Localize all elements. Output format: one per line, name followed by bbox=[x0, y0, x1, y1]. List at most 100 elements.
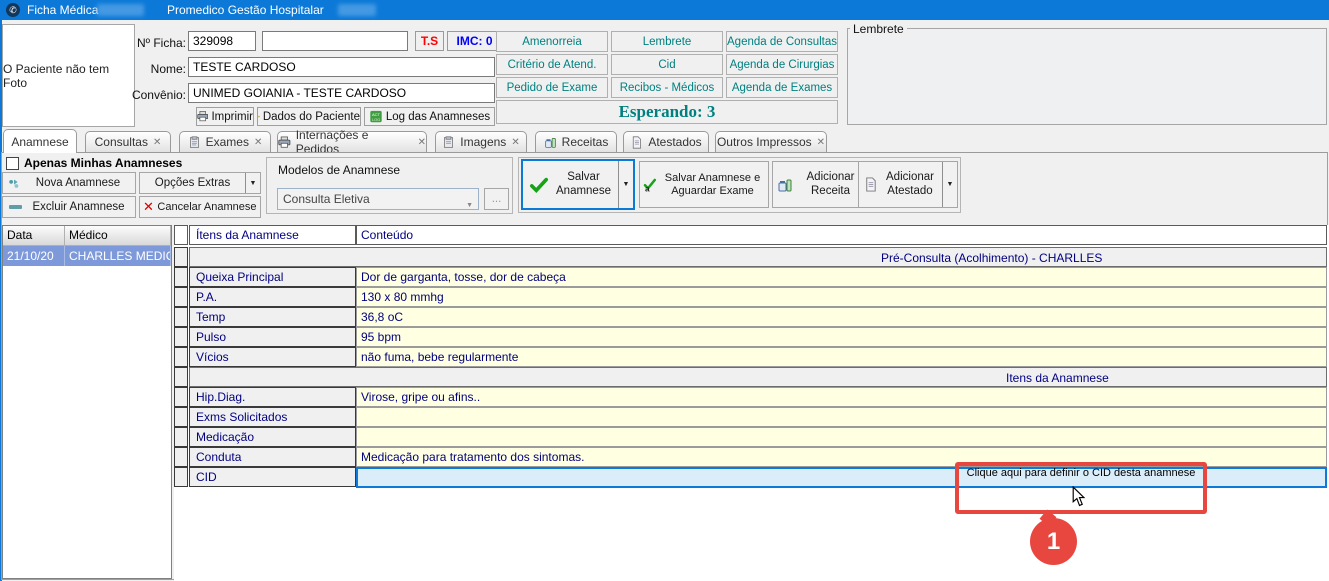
history-row-selected[interactable]: 21/10/20 CHARLLES MEDICO bbox=[3, 246, 171, 266]
nova-anamnese-label: Nova Anamnese bbox=[21, 177, 135, 189]
nome-input[interactable]: TESTE CARDOSO bbox=[188, 57, 495, 77]
tab-atestados[interactable]: Atestados bbox=[623, 131, 709, 152]
item-label[interactable]: Medicação bbox=[189, 427, 356, 447]
salvar-anamnese-label: Salvar Anamnese bbox=[549, 171, 618, 197]
cancelar-anamnese-button[interactable]: ✕ Cancelar Anamnese bbox=[139, 196, 261, 218]
item-value[interactable] bbox=[356, 407, 1327, 427]
table-row: Hip.Diag. Virose, gripe ou afins.. bbox=[174, 387, 1329, 407]
item-label[interactable]: Vícios bbox=[189, 347, 356, 367]
group-label: Pré-Consulta (Acolhimento) - CHARLLES bbox=[881, 249, 1102, 267]
quick-buttons-grid: Amenorreia Lembrete Agenda de Consultas … bbox=[496, 31, 838, 98]
apenas-minhas-label: Apenas Minhas Anamneses bbox=[24, 156, 182, 170]
item-label[interactable]: Pulso bbox=[189, 327, 356, 347]
item-value[interactable] bbox=[356, 427, 1327, 447]
tab-internacoes-pedidos[interactable]: Internações e Pedidos✕ bbox=[277, 131, 427, 152]
quick-button-recibos-medicos[interactable]: Recibos - Médicos bbox=[611, 77, 723, 98]
dropdown-icon[interactable]: ▼ bbox=[245, 173, 260, 193]
quick-button-cid[interactable]: Cid bbox=[611, 54, 723, 75]
close-tab-icon[interactable]: ✕ bbox=[418, 137, 426, 148]
excluir-anamnese-button[interactable]: Excluir Anamnese bbox=[2, 196, 136, 218]
ficha-input[interactable]: 329098 bbox=[188, 31, 256, 51]
header-conteudo: Conteúdo bbox=[356, 225, 1327, 245]
history-header-data[interactable]: Data bbox=[3, 226, 65, 246]
quick-button-lembrete[interactable]: Lembrete bbox=[611, 31, 723, 52]
history-header-medico[interactable]: Médico bbox=[65, 226, 171, 246]
item-label[interactable]: Temp bbox=[189, 307, 356, 327]
header-indicator-cell bbox=[174, 225, 188, 245]
cid-tooltip-text: Clique aqui para definir o CID desta ana… bbox=[958, 467, 1204, 479]
quick-button-agenda-consultas[interactable]: Agenda de Consultas bbox=[726, 31, 838, 52]
dropdown-icon[interactable]: ▼ bbox=[618, 161, 633, 208]
table-row: Temp 36,8 oC bbox=[174, 307, 1329, 327]
salvar-anamnese-button[interactable]: Salvar Anamnese ▼ bbox=[521, 159, 635, 210]
dropdown-icon[interactable]: ▼ bbox=[942, 162, 957, 207]
group-label: Itens da Anamnese bbox=[1006, 369, 1109, 387]
tab-label: Exames bbox=[206, 135, 249, 149]
printer-icon bbox=[278, 136, 291, 149]
tab-outros-impressos[interactable]: Outros Impressos✕ bbox=[715, 131, 827, 152]
adicionar-atestado-button[interactable]: Adicionar Atestado ▼ bbox=[858, 161, 958, 208]
recipe-icon bbox=[544, 136, 557, 149]
ts-button[interactable]: T.S bbox=[415, 31, 444, 51]
patient-card-icon bbox=[258, 110, 260, 123]
table-group-row: Pré-Consulta (Acolhimento) - CHARLLES bbox=[174, 247, 1329, 267]
item-value[interactable]: 95 bpm bbox=[356, 327, 1327, 347]
log-anamneses-label: Log das Anamneses bbox=[386, 111, 490, 123]
modelos-label: Modelos de Anamnese bbox=[278, 163, 400, 177]
modelos-more-button[interactable]: ... bbox=[484, 188, 509, 210]
table-row: Vícios não fuma, bebe regularmente bbox=[174, 347, 1329, 367]
tab-consultas[interactable]: Consultas✕ bbox=[85, 131, 171, 152]
dados-paciente-button[interactable]: Dados do Paciente bbox=[257, 107, 361, 126]
salvar-aguardar-label: Salvar Anamnese e Aguardar Exame bbox=[657, 172, 768, 197]
item-label[interactable]: Hip.Diag. bbox=[189, 387, 356, 407]
quick-button-amenorreia[interactable]: Amenorreia bbox=[496, 31, 608, 52]
nome-label: Nome: bbox=[110, 62, 186, 76]
modelos-value: Consulta Eletiva bbox=[283, 192, 370, 206]
apenas-minhas-checkbox[interactable] bbox=[6, 157, 19, 170]
convenio-input[interactable]: UNIMED GOIANIA - TESTE CARDOSO bbox=[188, 83, 495, 103]
imprimir-button[interactable]: Imprimir bbox=[196, 107, 254, 126]
opcoes-extras-button[interactable]: Opções Extras ▼ bbox=[139, 172, 261, 194]
item-label[interactable]: CID bbox=[189, 467, 356, 487]
salvar-aguardar-button[interactable]: a Salvar Anamnese e Aguardar Exame bbox=[639, 161, 769, 208]
quick-button-agenda-cirurgias[interactable]: Agenda de Cirurgias bbox=[726, 54, 838, 75]
lembrete-memo[interactable] bbox=[847, 28, 1327, 125]
close-tab-icon[interactable]: ✕ bbox=[153, 137, 161, 148]
nova-anamnese-button[interactable]: Nova Anamnese bbox=[2, 172, 136, 194]
close-tab-icon[interactable]: ✕ bbox=[817, 137, 825, 148]
quick-button-agenda-exames[interactable]: Agenda de Exames bbox=[726, 77, 838, 98]
item-label[interactable]: Queixa Principal bbox=[189, 267, 356, 287]
item-label[interactable]: Exms Solicitados bbox=[189, 407, 356, 427]
doc-icon bbox=[863, 177, 878, 192]
check-icon bbox=[529, 176, 549, 194]
table-row: Queixa Principal Dor de garganta, tosse,… bbox=[174, 267, 1329, 287]
item-value[interactable]: Virose, gripe ou afins.. bbox=[356, 387, 1327, 407]
close-tab-icon[interactable]: ✕ bbox=[254, 137, 262, 148]
modelos-combo[interactable]: Consulta Eletiva ▼ bbox=[277, 188, 479, 210]
quick-button-pedido-exame[interactable]: Pedido de Exame bbox=[496, 77, 608, 98]
cancel-x-icon: ✕ bbox=[143, 199, 154, 215]
tab-exames[interactable]: Exames ✕ bbox=[179, 131, 271, 152]
item-value[interactable]: não fuma, bebe regularmente bbox=[356, 347, 1327, 367]
cursor-icon bbox=[1072, 486, 1087, 507]
doc-icon bbox=[630, 136, 643, 149]
item-value[interactable]: 130 x 80 mmhg bbox=[356, 287, 1327, 307]
quick-button-criterio-atend[interactable]: Critério de Atend. bbox=[496, 54, 608, 75]
history-cell-data: 21/10/20 bbox=[3, 246, 65, 266]
item-value[interactable]: 36,8 oC bbox=[356, 307, 1327, 327]
close-tab-icon[interactable]: ✕ bbox=[511, 137, 519, 148]
opcoes-extras-label: Opções Extras bbox=[140, 177, 245, 189]
log-anamneses-button[interactable]: ACTLOG Log das Anamneses bbox=[364, 107, 495, 126]
tab-imagens[interactable]: Imagens ✕ bbox=[435, 131, 527, 152]
adicionar-atestado-label: Adicionar Atestado bbox=[878, 171, 942, 197]
adicionar-receita-label: Adicionar Receita bbox=[793, 171, 868, 197]
act-log-icon: ACTLOG bbox=[369, 110, 383, 123]
tab-receitas[interactable]: Receitas bbox=[535, 131, 617, 152]
tab-anamnese[interactable]: Anamnese bbox=[3, 129, 77, 153]
item-label[interactable]: P.A. bbox=[189, 287, 356, 307]
ficha-extra-input[interactable] bbox=[262, 31, 408, 51]
item-value[interactable]: Dor de garganta, tosse, dor de cabeça bbox=[356, 267, 1327, 287]
tab-label: Imagens bbox=[460, 135, 506, 149]
recipe-icon bbox=[777, 177, 793, 193]
item-label[interactable]: Conduta bbox=[189, 447, 356, 467]
